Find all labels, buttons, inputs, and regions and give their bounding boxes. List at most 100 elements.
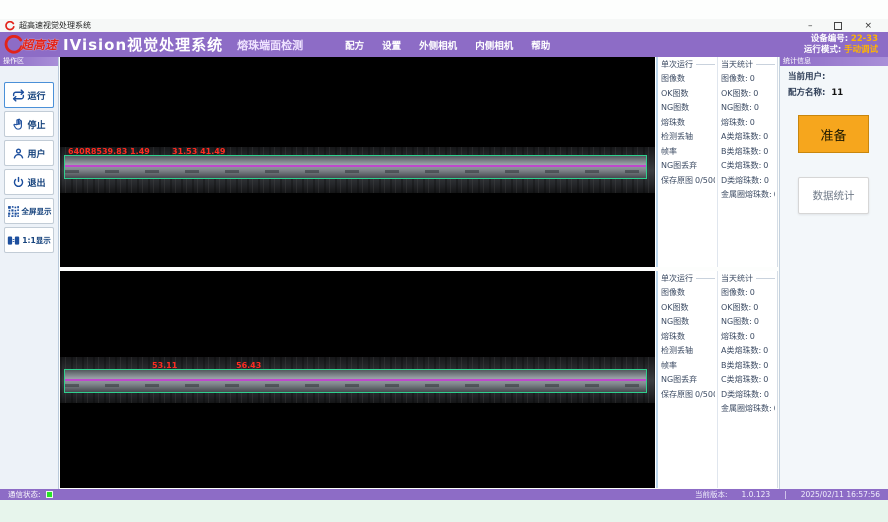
stat-row: 金属圈熔珠数:0 bbox=[721, 188, 775, 203]
operation-area-title: 操作区 bbox=[0, 57, 58, 66]
fullscreen-grid-icon bbox=[7, 205, 20, 218]
stat-row: 保存原图0/500 bbox=[661, 174, 715, 189]
current-user-label: 当前用户: bbox=[788, 72, 825, 82]
desktop-margin-top bbox=[0, 0, 888, 19]
camera1-detected-rod-overlay bbox=[64, 155, 647, 179]
stat-row: 图像数 bbox=[661, 72, 715, 87]
stat-row: OK图数:0 bbox=[721, 87, 775, 102]
hand-stop-icon bbox=[12, 118, 25, 131]
run-button[interactable]: 运行 bbox=[4, 82, 54, 108]
stat-row: NG图丢弃 bbox=[661, 373, 715, 388]
exit-button-label: 退出 bbox=[27, 176, 45, 189]
stat-row: 熔珠数:0 bbox=[721, 330, 775, 345]
brand-logo: 超高速 bbox=[4, 35, 57, 55]
stat-row: C类熔珠数:0 bbox=[721, 373, 775, 388]
stat-row: 金属圈熔珠数:0 bbox=[721, 402, 775, 417]
single-run-title: 单次运行 bbox=[661, 59, 715, 70]
today-stats-column: 当天统计 图像数:0 OK图数:0 NG图数:0 熔珠数:0 A类熔珠数:0 B… bbox=[718, 271, 777, 488]
menu-outer-camera[interactable]: 外侧相机 bbox=[419, 38, 457, 52]
single-run-column: 单次运行 图像数 OK图数 NG图数 熔珠数 检测丢轴 帧率 NG图丢弃 保存原… bbox=[658, 271, 718, 488]
close-button[interactable]: × bbox=[864, 21, 872, 31]
run-sync-icon bbox=[12, 89, 25, 102]
status-bar: 通信状态: 当前版本: 1.0.123 | 2025/02/11 16:57:5… bbox=[0, 489, 888, 500]
datetime-value: 2025/02/11 16:57:56 bbox=[801, 490, 880, 499]
stat-row: 帧率 bbox=[661, 145, 715, 160]
statistics-info-title: 统计信息 bbox=[780, 57, 888, 66]
device-number-value: 22-33 bbox=[851, 34, 878, 44]
stat-row: A类熔珠数:0 bbox=[721, 344, 775, 359]
fullscreen-display-label: 全屏显示 bbox=[22, 206, 52, 217]
camera1-measure-annotation-1: 640R8539.83 1.49 bbox=[68, 147, 150, 156]
exit-button[interactable]: 退出 bbox=[4, 169, 54, 195]
minimize-button[interactable]: – bbox=[808, 21, 813, 31]
window-title: 超高速视觉处理系统 bbox=[19, 20, 91, 31]
camera-view-inner: 53.11 56.43 bbox=[60, 271, 655, 488]
menu-settings[interactable]: 设置 bbox=[382, 38, 401, 52]
one-to-one-display-button[interactable]: 1:1显示 bbox=[4, 227, 54, 253]
comm-status-indicator bbox=[46, 491, 53, 498]
desktop-margin-bottom bbox=[0, 500, 888, 522]
stat-row: 图像数 bbox=[661, 286, 715, 301]
statusbar-separator: | bbox=[784, 490, 787, 499]
app-header: 超高速 IVision视觉处理系统 熔珠端面检测 配方 设置 外侧相机 内侧相机… bbox=[0, 32, 888, 57]
fullscreen-display-button[interactable]: 全屏显示 bbox=[4, 198, 54, 224]
recipe-name-value: 11 bbox=[831, 88, 843, 98]
power-icon bbox=[12, 176, 25, 189]
device-number-label: 设备编号: bbox=[811, 34, 848, 44]
stat-row: 熔珠数:0 bbox=[721, 116, 775, 131]
stat-row: B类熔珠数:0 bbox=[721, 145, 775, 160]
today-stats-title: 当天统计 bbox=[721, 59, 775, 70]
stat-row: C类熔珠数:0 bbox=[721, 159, 775, 174]
ready-button[interactable]: 准备 bbox=[798, 115, 869, 153]
today-stats-title: 当天统计 bbox=[721, 273, 775, 284]
single-run-title: 单次运行 bbox=[661, 273, 715, 284]
stat-row: 帧率 bbox=[661, 359, 715, 374]
one-to-one-display-label: 1:1显示 bbox=[22, 235, 50, 246]
stat-row: OK图数:0 bbox=[721, 301, 775, 316]
stat-row: 检测丢轴 bbox=[661, 344, 715, 359]
stat-row: NG图数 bbox=[661, 101, 715, 116]
data-statistics-button[interactable]: 数据统计 bbox=[798, 177, 869, 214]
run-button-label: 运行 bbox=[27, 89, 45, 102]
stat-row: A类熔珠数:0 bbox=[721, 130, 775, 145]
stop-button-label: 停止 bbox=[27, 118, 45, 131]
recipe-name-label: 配方名称: bbox=[788, 88, 825, 98]
comm-status-label: 通信状态: bbox=[8, 489, 41, 500]
camera2-measure-annotation-1: 53.11 bbox=[152, 361, 177, 370]
stat-row: NG图丢弃 bbox=[661, 159, 715, 174]
stat-row: NG图数:0 bbox=[721, 101, 775, 116]
user-icon bbox=[12, 147, 25, 160]
operation-sidebar: 操作区 运行 停止 用户 bbox=[0, 57, 59, 489]
stat-row: 保存原图0/500 bbox=[661, 388, 715, 403]
stat-row: 图像数:0 bbox=[721, 286, 775, 301]
stat-row: OK图数 bbox=[661, 301, 715, 316]
device-info: 设备编号: 22-33 运行模式: 手动调试 bbox=[804, 34, 878, 56]
menu-bar: 配方 设置 外侧相机 内侧相机 帮助 bbox=[345, 38, 550, 52]
stat-row: 检测丢轴 bbox=[661, 130, 715, 145]
camera1-measure-annotation-2: 31.53 41.49 bbox=[172, 147, 225, 156]
run-mode-label: 运行模式: bbox=[804, 45, 841, 55]
run-mode-value: 手动调试 bbox=[844, 45, 878, 55]
menu-inner-camera[interactable]: 内侧相机 bbox=[475, 38, 513, 52]
app-logo-icon bbox=[5, 21, 15, 31]
stats-panel-outer: 单次运行 图像数 OK图数 NG图数 熔珠数 检测丢轴 帧率 NG图丢弃 保存原… bbox=[656, 57, 778, 267]
menu-help[interactable]: 帮助 bbox=[531, 38, 550, 52]
menu-recipe[interactable]: 配方 bbox=[345, 38, 364, 52]
recipe-name-row: 配方名称: 11 bbox=[780, 82, 888, 98]
stat-row: D类熔珠数:0 bbox=[721, 174, 775, 189]
user-button[interactable]: 用户 bbox=[4, 140, 54, 166]
stat-row: 熔珠数 bbox=[661, 330, 715, 345]
stat-row: B类熔珠数:0 bbox=[721, 359, 775, 374]
app-window: 超高速视觉处理系统 – × 超高速 IVision视觉处理系统 熔珠端面检测 配… bbox=[0, 0, 888, 522]
restore-button[interactable] bbox=[834, 22, 842, 30]
single-run-column: 单次运行 图像数 OK图数 NG图数 熔珠数 检测丢轴 帧率 NG图丢弃 保存原… bbox=[658, 57, 718, 267]
version-label: 当前版本: bbox=[695, 489, 728, 500]
app-title: IVision视觉处理系统 bbox=[63, 34, 223, 55]
stat-row: NG图数:0 bbox=[721, 315, 775, 330]
stats-panel-inner: 单次运行 图像数 OK图数 NG图数 熔珠数 检测丢轴 帧率 NG图丢弃 保存原… bbox=[656, 271, 778, 488]
camera2-detected-rod-overlay bbox=[64, 369, 647, 393]
stop-button[interactable]: 停止 bbox=[4, 111, 54, 137]
window-titlebar: 超高速视觉处理系统 – × bbox=[0, 19, 888, 33]
version-value: 1.0.123 bbox=[742, 490, 771, 499]
app-subtitle: 熔珠端面检测 bbox=[237, 37, 303, 53]
